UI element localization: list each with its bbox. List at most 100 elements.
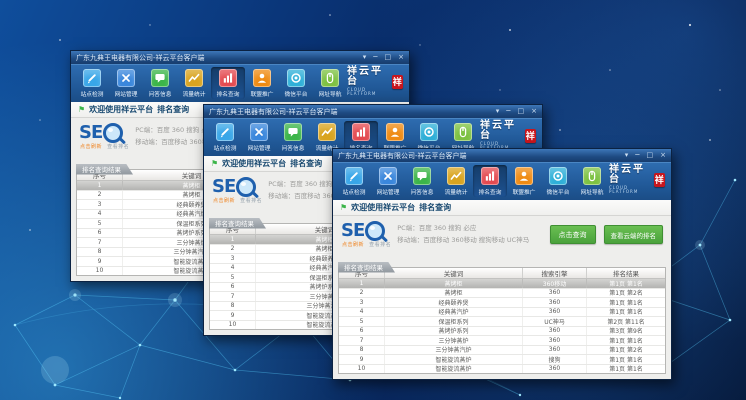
section-title: 排名查询 xyxy=(290,158,322,169)
table-cell: 4 xyxy=(77,210,123,219)
toolbar-item-mouse[interactable]: 网址导航 xyxy=(575,165,609,197)
window-controls: ▾ ─ □ × xyxy=(625,149,666,162)
maximize-button[interactable]: □ xyxy=(385,51,392,64)
toolbar-item-label: 网址导航 xyxy=(581,187,604,196)
minimize-button[interactable]: ─ xyxy=(635,149,639,162)
toolbar-item-mouse[interactable]: 网址导航 xyxy=(313,67,347,99)
table-row[interactable]: 1蒸烤柜360移动第1页 第1名 xyxy=(339,279,665,289)
title-bar[interactable]: 广东九典王电器有限公司-祥云平台客户端 ▾ ─ □ × xyxy=(333,149,671,162)
toolbar-item-target[interactable]: 微信平台 xyxy=(541,165,575,197)
table-cell: 3 xyxy=(339,298,385,307)
table-row[interactable]: 5保温柜系列UC神马第2页 第11名 xyxy=(339,317,665,327)
app-window-3: 广东九典王电器有限公司-祥云平台客户端 ▾ ─ □ × 站点检测网站管理问答信息… xyxy=(332,148,672,380)
column-header: 排名结果 xyxy=(587,268,665,278)
toolbar-item-label: 站点检测 xyxy=(214,143,237,152)
line-chart-icon xyxy=(447,167,465,185)
title-bar[interactable]: 广东九典王电器有限公司-祥云平台客户端 ▾ ─ □ × xyxy=(204,105,542,118)
table-row[interactable]: 7三分钟蒸炉360第1页 第1名 xyxy=(339,336,665,346)
table-cell: 6 xyxy=(210,283,256,292)
cloud-rank-button[interactable]: 查看云端的排名 xyxy=(604,225,664,244)
flag-icon: ⚑ xyxy=(340,204,347,212)
brand-text: 祥云平台 CLOUD PLATFORM xyxy=(347,67,389,96)
tagline-gray: 查看排名 xyxy=(240,198,262,204)
toolbar-item-tools[interactable]: 网站管理 xyxy=(109,67,143,99)
pencil-icon xyxy=(345,167,363,185)
maximize-button[interactable]: □ xyxy=(647,149,654,162)
tab-rank-results[interactable]: 排名查询结果 xyxy=(338,262,395,273)
table-row[interactable]: 8三分钟蒸汽炉360第1页 第2名 xyxy=(339,346,665,356)
table-cell: 2 xyxy=(339,289,385,298)
bar-chart-icon xyxy=(219,69,237,87)
table-cell: 9 xyxy=(339,355,385,364)
mouse-icon xyxy=(454,123,472,141)
toolbar-item-pencil[interactable]: 站点检测 xyxy=(337,165,371,197)
toolbar-item-tools[interactable]: 网站管理 xyxy=(242,121,276,153)
table-cell: 第1页 第1名 xyxy=(587,355,665,364)
table-cell: 360 xyxy=(523,298,587,307)
table-cell: 第3页 第9名 xyxy=(587,327,665,336)
table-cell: 2 xyxy=(210,245,256,254)
seo-tagline: 点击刷新 查看排名 xyxy=(80,143,129,150)
skin-button[interactable]: ▾ xyxy=(625,149,629,162)
column-header: 关键词 xyxy=(385,268,523,278)
toolbar-item-line-chart[interactable]: 流量统计 xyxy=(439,165,473,197)
table-cell: UC神马 xyxy=(523,317,587,326)
toolbar-item-chat[interactable]: 问答信息 xyxy=(276,121,310,153)
minimize-button[interactable]: ─ xyxy=(373,51,377,64)
table-row[interactable]: 10智能旋流蒸炉360第1页 第1名 xyxy=(339,365,665,374)
toolbar-item-line-chart[interactable]: 流量统计 xyxy=(177,67,211,99)
tab-rank-results[interactable]: 排名查询结果 xyxy=(76,164,133,175)
flag-icon: ⚑ xyxy=(78,106,85,114)
maximize-button[interactable]: □ xyxy=(518,105,525,118)
toolbar-item-chat[interactable]: 问答信息 xyxy=(143,67,177,99)
window-controls: ▾ ─ □ × xyxy=(363,51,404,64)
toolbar-item-pencil[interactable]: 站点检测 xyxy=(208,121,242,153)
seo-tagline: 点击刷新 查看排名 xyxy=(342,241,391,248)
toolbar-item-bar-chart[interactable]: 排名查询 xyxy=(473,165,507,197)
toolbar-item-target[interactable]: 微信平台 xyxy=(279,67,313,99)
close-button[interactable]: × xyxy=(531,105,537,118)
table-cell: 智能旋流蒸炉 xyxy=(385,355,523,364)
tagline-orange: 点击刷新 xyxy=(80,144,102,150)
seo-panel: SE 点击刷新 查看排名 PC端：百度 360 搜狗 必应 移动端：百度移动 3… xyxy=(333,216,671,253)
brand-badge-icon: 祥 xyxy=(392,75,403,89)
title-bar[interactable]: 广东九典王电器有限公司-祥云平台客户端 ▾ ─ □ × xyxy=(71,51,409,64)
table-row[interactable]: 6蒸烤炉系列360第3页 第9名 xyxy=(339,327,665,337)
close-button[interactable]: × xyxy=(660,149,666,162)
toolbar-items: 站点检测网站管理问答信息流量统计排名查询联盟推广微信平台网址导航 xyxy=(75,67,347,99)
seo-logo: SE 点击刷新 查看排名 xyxy=(212,177,256,204)
table-cell: 10 xyxy=(339,365,385,374)
toolbar-item-tools[interactable]: 网站管理 xyxy=(371,165,405,197)
table-row[interactable]: 3经典颐养煲360第1页 第1名 xyxy=(339,298,665,308)
toolbar-item-pencil[interactable]: 站点检测 xyxy=(75,67,109,99)
table-cell: 第1页 第1名 xyxy=(587,279,665,288)
skin-button[interactable]: ▾ xyxy=(496,105,500,118)
toolbar-item-people[interactable]: 联盟推广 xyxy=(245,67,279,99)
table-cell: 经典颐养煲 xyxy=(385,298,523,307)
toolbar-item-chat[interactable]: 问答信息 xyxy=(405,165,439,197)
table-cell: 7 xyxy=(339,336,385,345)
brand-text: 祥云平台 CLOUD PLATFORM xyxy=(480,121,522,150)
query-button[interactable]: 点击查询 xyxy=(550,225,596,244)
toolbar-item-bar-chart[interactable]: 排名查询 xyxy=(211,67,245,99)
toolbar-item-people[interactable]: 联盟推广 xyxy=(507,165,541,197)
table-cell: 9 xyxy=(210,311,256,320)
table-row[interactable]: 9智能旋流蒸炉搜狗第1页 第1名 xyxy=(339,355,665,365)
brand-text: 祥云平台 CLOUD PLATFORM xyxy=(609,165,651,194)
toolbar-item-label: 问答信息 xyxy=(411,187,434,196)
table-row[interactable]: 4经典蒸汽炉360第1页 第1名 xyxy=(339,308,665,318)
main-toolbar: 站点检测网站管理问答信息流量统计排名查询联盟推广微信平台网址导航 祥云平台 CL… xyxy=(333,162,671,200)
table-cell: 6 xyxy=(339,327,385,336)
minimize-button[interactable]: ─ xyxy=(506,105,510,118)
bar-chart-icon xyxy=(352,123,370,141)
skin-button[interactable]: ▾ xyxy=(363,51,367,64)
tab-rank-results[interactable]: 排名查询结果 xyxy=(209,218,266,229)
close-button[interactable]: × xyxy=(398,51,404,64)
brand-subtitle: CLOUD PLATFORM xyxy=(609,186,651,194)
tab-row: 排名查询结果 xyxy=(333,253,671,267)
table-row[interactable]: 2蒸烤柜360第1页 第2名 xyxy=(339,289,665,299)
table-cell: 5 xyxy=(339,317,385,326)
table-cell: 1 xyxy=(77,181,123,190)
brand-name: 祥云平台 xyxy=(347,67,389,87)
seo-logo-text: SE xyxy=(341,222,364,240)
